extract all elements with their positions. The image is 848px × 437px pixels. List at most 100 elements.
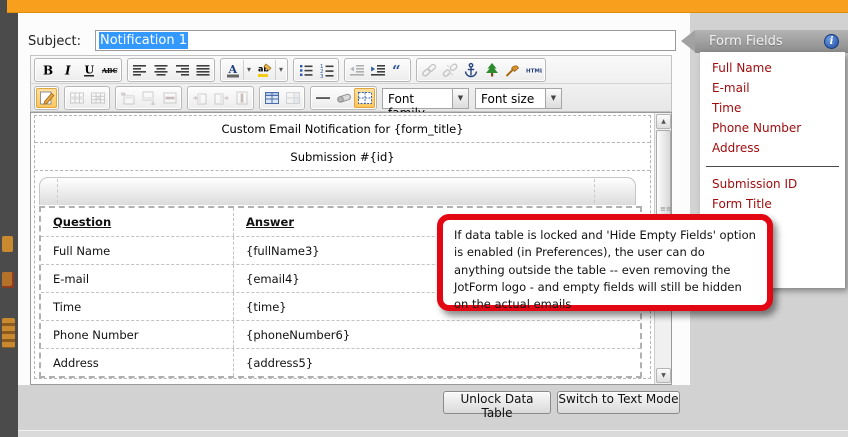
align-right-icon xyxy=(174,62,190,78)
align-justify-button[interactable] xyxy=(192,60,213,80)
toggle-guidelines-button[interactable] xyxy=(354,88,375,108)
toolbar-group: 123 xyxy=(293,57,339,82)
ordered-list-button[interactable]: 123 xyxy=(316,60,337,80)
forecolor-dropdown-arrow-icon[interactable]: ▾ xyxy=(243,59,254,80)
toolbar-group xyxy=(127,57,215,82)
font-family-select-value[interactable]: Font family xyxy=(382,87,452,120)
bold-button[interactable]: B xyxy=(36,60,57,80)
switch-to-text-mode-button[interactable]: Switch to Text Mode xyxy=(557,391,680,414)
insert-link-button[interactable] xyxy=(418,60,439,80)
insert-row-before-button[interactable] xyxy=(117,88,138,108)
form-field-link[interactable]: Address xyxy=(700,138,845,158)
edit-html-button[interactable]: HTML xyxy=(523,60,544,80)
insert-row-after-button[interactable] xyxy=(138,88,159,108)
unlink-icon xyxy=(442,62,458,78)
question-cell[interactable]: Address xyxy=(41,349,233,376)
strikethrough-button[interactable]: ABC xyxy=(99,60,120,80)
subject-input[interactable]: Notification 1 xyxy=(95,30,676,51)
anchor-icon xyxy=(463,62,479,78)
chevron-down-icon[interactable]: ▼ xyxy=(545,87,562,109)
form-field-link[interactable]: Full Name xyxy=(700,58,845,78)
align-justify-icon xyxy=(195,62,211,78)
unordered-list-button[interactable] xyxy=(295,60,316,80)
table-properties-button[interactable] xyxy=(282,88,303,108)
table-cell-properties-button[interactable] xyxy=(87,88,108,108)
delete-row-button[interactable] xyxy=(159,88,180,108)
form-field-link[interactable]: Phone Number xyxy=(700,118,845,138)
bold-icon: B xyxy=(39,62,55,78)
toolbar-group: A ▾ ab ▾ xyxy=(220,57,288,82)
align-center-button[interactable] xyxy=(150,60,171,80)
font-size-select[interactable]: Font size ▼ xyxy=(475,87,562,109)
form-fields-title: Form Fields xyxy=(709,34,783,49)
align-center-icon xyxy=(153,62,169,78)
table-row: Phone Number {phoneNumber6} xyxy=(41,320,640,348)
background-icon-fragment xyxy=(2,318,15,348)
backcolor-button[interactable]: ab xyxy=(254,60,275,80)
template-title-row[interactable]: Custom Email Notification for {form_titl… xyxy=(35,116,650,143)
form-field-link[interactable]: Submission ID xyxy=(700,174,845,194)
insert-image-button[interactable] xyxy=(481,60,502,80)
template-wrapper-row[interactable] xyxy=(35,171,650,206)
insert-table-button[interactable] xyxy=(261,88,282,108)
table-row: Address {address5} xyxy=(41,348,640,376)
backcolor-dropdown-arrow-icon[interactable]: ▾ xyxy=(275,59,286,80)
form-field-link[interactable]: Form Title xyxy=(700,194,845,214)
anchor-button[interactable] xyxy=(460,60,481,80)
svg-text:HTML: HTML xyxy=(526,68,542,74)
align-right-button[interactable] xyxy=(171,60,192,80)
outdent-button[interactable] xyxy=(346,60,367,80)
unlock-data-table-button[interactable]: Unlock Data Table xyxy=(443,391,551,420)
question-cell[interactable]: Time xyxy=(41,293,233,320)
blockquote-button[interactable]: “ xyxy=(388,60,409,80)
subject-selected-text: Notification 1 xyxy=(99,32,188,49)
question-column-header[interactable]: Question xyxy=(41,208,233,236)
cleanup-code-button[interactable] xyxy=(502,60,523,80)
italic-icon: I xyxy=(60,62,76,78)
question-cell[interactable]: E-mail xyxy=(41,265,233,292)
info-icon[interactable]: i xyxy=(824,34,839,49)
align-left-icon xyxy=(132,62,148,78)
italic-button[interactable]: I xyxy=(57,60,78,80)
toolbar-row-2: Font family▼Font size▼ xyxy=(31,84,671,120)
delete-col-icon xyxy=(234,90,250,106)
underline-button[interactable]: U xyxy=(78,60,99,80)
indent-button[interactable] xyxy=(367,60,388,80)
answer-cell[interactable]: {address5} xyxy=(233,349,640,376)
svg-text:3: 3 xyxy=(320,74,324,78)
eraser-icon xyxy=(336,90,352,106)
question-cell[interactable]: Full Name xyxy=(41,237,233,264)
insert-col-after-button[interactable] xyxy=(210,88,231,108)
chevron-down-icon[interactable]: ▼ xyxy=(452,87,469,109)
font-family-select[interactable]: Font family▼ xyxy=(382,87,469,120)
form-field-link[interactable]: Time xyxy=(700,98,845,118)
remove-formatting-button[interactable] xyxy=(333,88,354,108)
unlink-button[interactable] xyxy=(439,60,460,80)
table-row-properties-button[interactable] xyxy=(66,88,87,108)
form-field-link[interactable]: E-mail xyxy=(700,78,845,98)
html-icon: HTML xyxy=(526,62,542,78)
insert-col-after-icon xyxy=(213,90,229,106)
insert-col-before-button[interactable] xyxy=(189,88,210,108)
toolbar-group xyxy=(310,86,377,110)
svg-text:B: B xyxy=(43,63,53,77)
link-icon xyxy=(421,62,437,78)
panel-arrow-icon xyxy=(681,30,695,52)
edit-mode-button[interactable] xyxy=(36,88,57,108)
template-submission-row[interactable]: Submission #{id} xyxy=(35,143,650,171)
scroll-up-icon[interactable]: ▲ xyxy=(656,114,671,129)
toolbar-group xyxy=(187,86,254,110)
answer-cell[interactable]: {phoneNumber6} xyxy=(233,321,640,348)
toolbar-group xyxy=(34,86,59,110)
horizontal-rule-button[interactable] xyxy=(312,88,333,108)
scroll-down-icon[interactable]: ▼ xyxy=(656,368,671,383)
forecolor-button[interactable]: A xyxy=(222,60,243,80)
strikethrough-icon: ABC xyxy=(101,62,118,78)
align-left-button[interactable] xyxy=(129,60,150,80)
delete-col-button[interactable] xyxy=(231,88,252,108)
toolbar-group: BIU ABC xyxy=(34,57,122,82)
scrollbar-thumb[interactable]: ≡≡ xyxy=(656,130,672,218)
question-cell[interactable]: Phone Number xyxy=(41,321,233,348)
brush-icon xyxy=(505,62,521,78)
font-size-select-value[interactable]: Font size xyxy=(475,87,545,109)
